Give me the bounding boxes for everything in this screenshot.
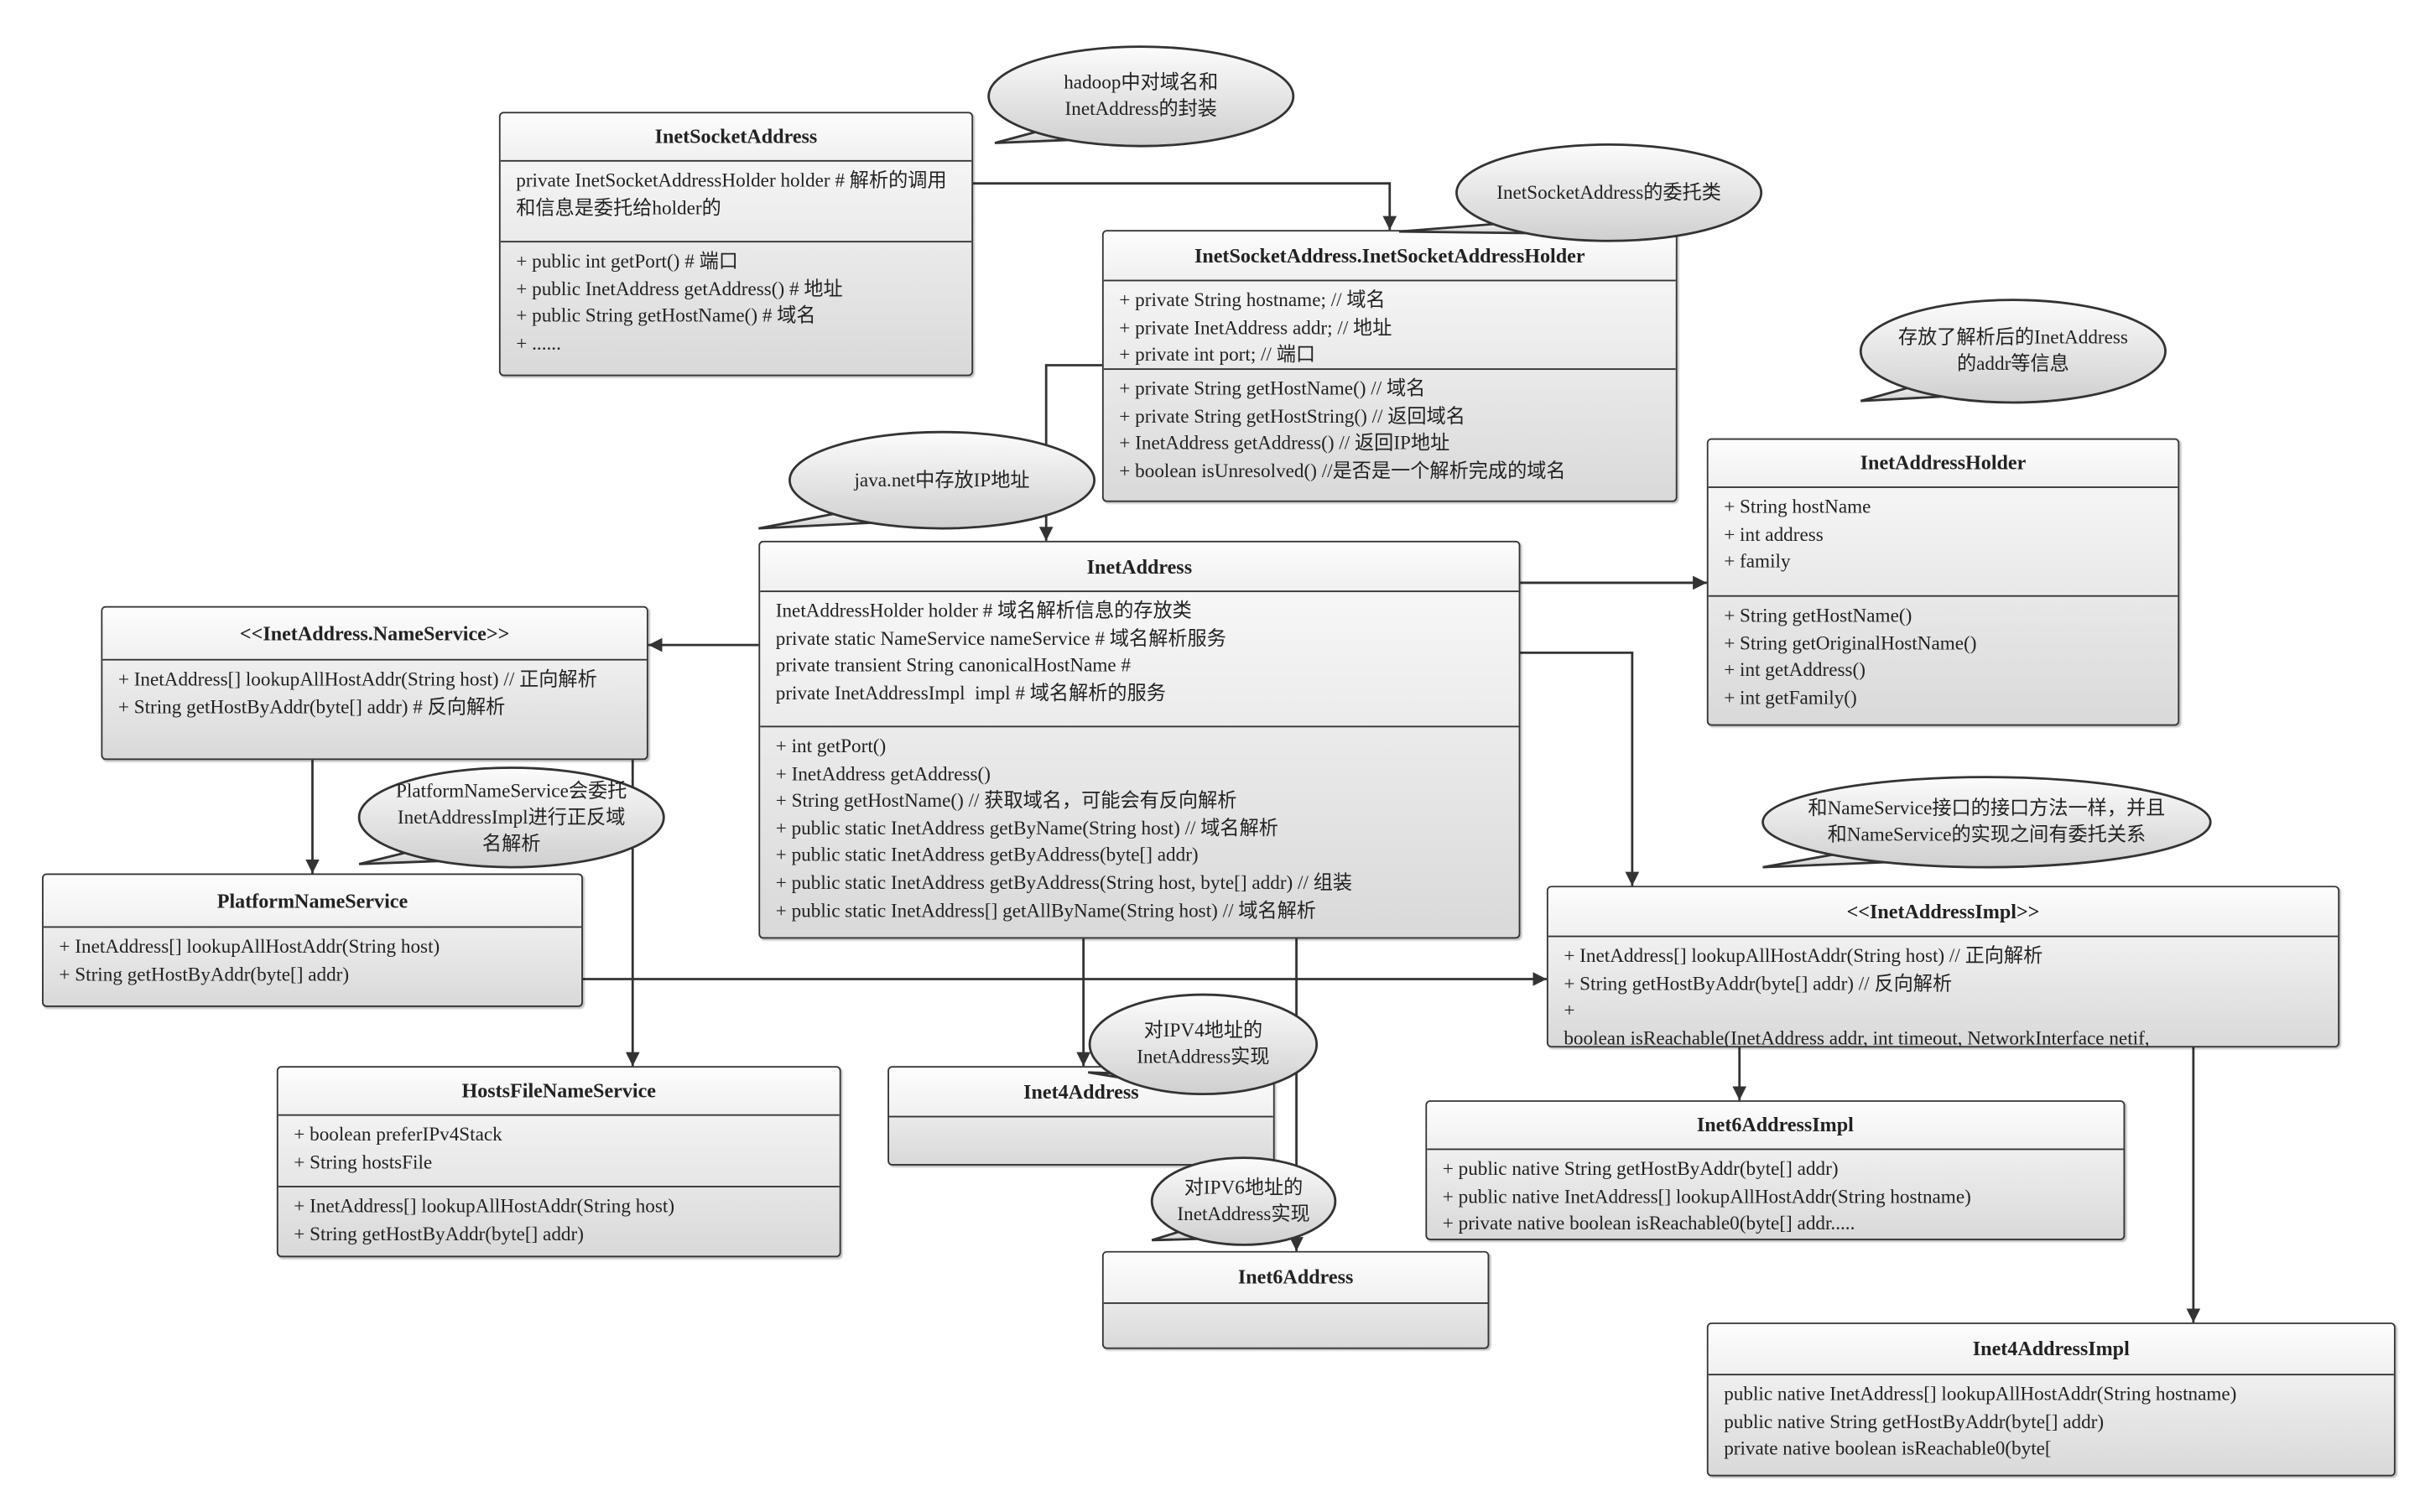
uml-diagram: InetSocketAddress private InetSocketAddre…: [0, 0, 2425, 1512]
note-text: 对IPV6地址的 InetAddress实现: [1177, 1176, 1310, 1225]
note-text: 对IPV4地址的 InetAddress实现: [1137, 1019, 1270, 1068]
note-text: 和NameService接口的接口方法一样，并且 和NameService的实现…: [1808, 797, 2166, 846]
note-shapes: [357, 45, 2212, 1246]
note-text: PlatformNameService会委托 InetAddressImpl进行…: [396, 779, 627, 855]
note-text: 存放了解析后的InetAddress 的addr等信息: [1897, 326, 2128, 375]
note-text: InetSocketAddress的委托类: [1496, 180, 1721, 203]
note-text: hadoop中对域名和 InetAddress的封装: [1064, 71, 1219, 120]
note-text: java.net中存放IP地址: [854, 468, 1030, 491]
